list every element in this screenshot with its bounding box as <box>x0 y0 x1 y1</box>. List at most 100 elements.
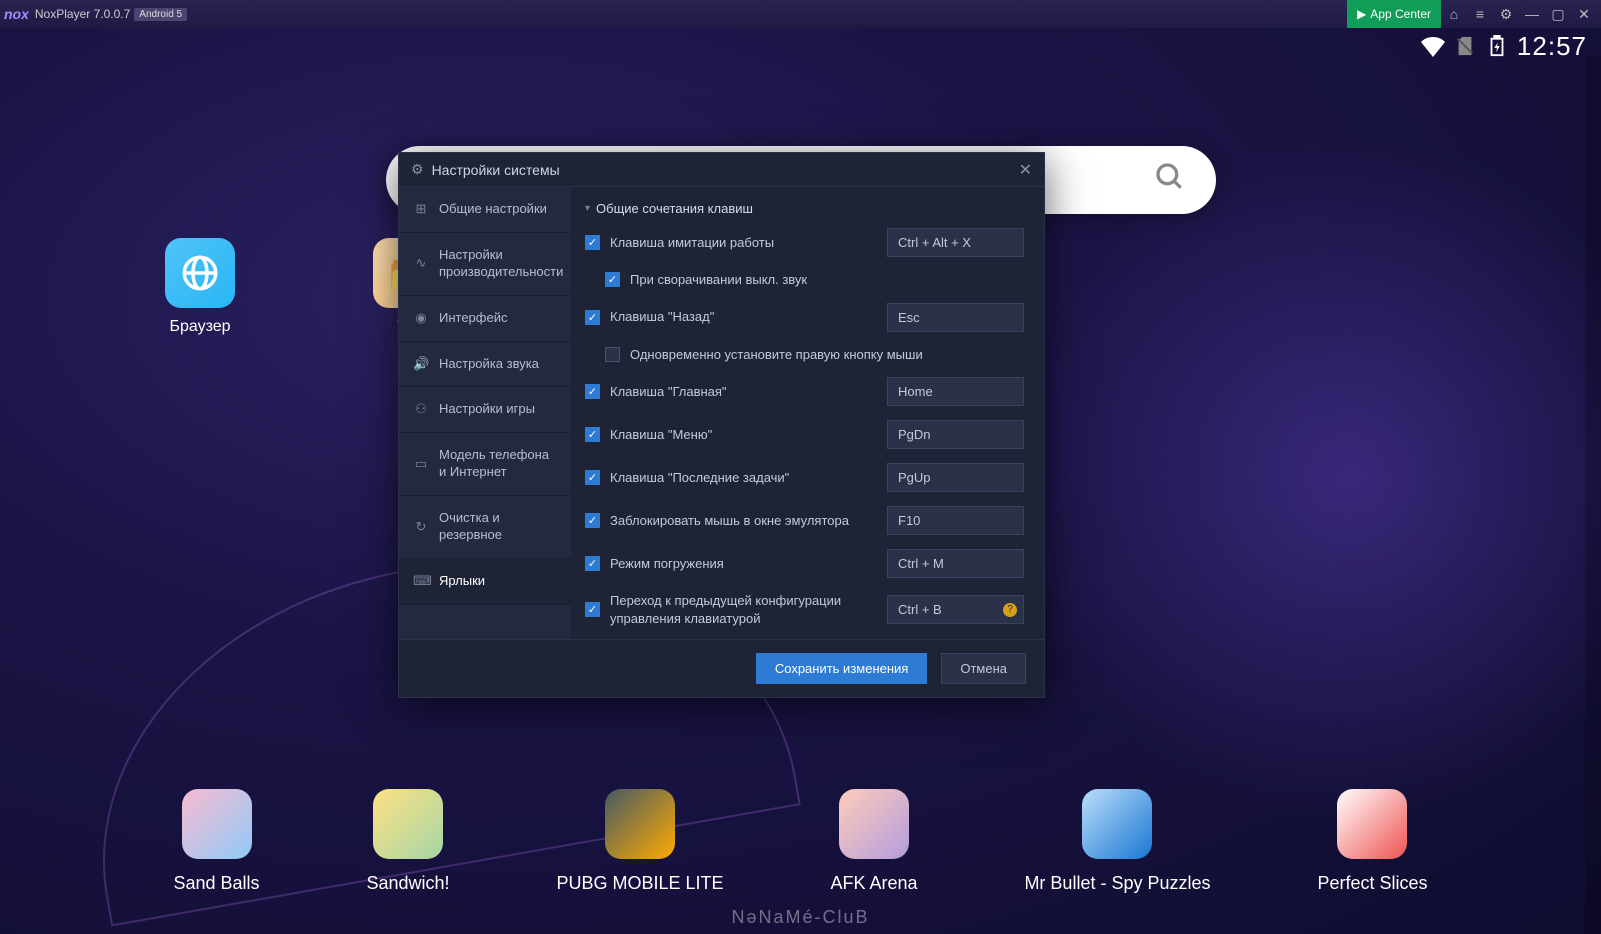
checkbox[interactable]: ✓ <box>605 272 620 287</box>
minimize-icon[interactable]: — <box>1519 0 1545 28</box>
app-label: AFK Arena <box>830 873 917 894</box>
sidebar-item-interface[interactable]: ◉ Интерфейс <box>399 296 571 342</box>
sim-icon <box>1453 34 1477 58</box>
sliders-icon: ⊞ <box>413 201 429 218</box>
watermark: NəNaMé-CluB <box>731 907 869 928</box>
sidebar-item-general[interactable]: ⊞Общие настройки <box>399 187 571 233</box>
section-title-label: Общие сочетания клавиш <box>596 201 753 216</box>
android-badge: Android 5 <box>134 8 187 21</box>
dialog-titlebar: ⚙ Настройки системы ✕ <box>399 153 1044 187</box>
key-input[interactable]: PgUp <box>887 463 1024 492</box>
row-boss-key: ✓ Клавиша имитации работы Ctrl + Alt + X <box>585 228 1024 257</box>
app-label: Perfect Slices <box>1317 873 1427 894</box>
sidebar-item-game[interactable]: ⚇Настройки игры <box>399 387 571 433</box>
key-input[interactable]: F10 <box>887 506 1024 535</box>
phone-icon: ▭ <box>413 456 429 473</box>
key-input[interactable]: Ctrl + Alt + X <box>887 228 1024 257</box>
search-icon[interactable] <box>1154 161 1186 200</box>
app-pubg[interactable]: PUBG MOBILE LITE <box>556 789 723 894</box>
key-value: Ctrl + B <box>898 602 942 617</box>
app-sand-balls[interactable]: Sand Balls <box>173 789 259 894</box>
app-icon <box>1337 789 1407 859</box>
row-label: Клавиша "Меню" <box>610 426 877 444</box>
app-slices[interactable]: Perfect Slices <box>1317 789 1427 894</box>
row-recent-key: ✓ Клавиша "Последние задачи" PgUp <box>585 463 1024 492</box>
row-label: Одновременно установите правую кнопку мы… <box>630 346 1024 364</box>
sidebar-item-shortcuts[interactable]: ⌨ Ярлыки <box>399 559 571 605</box>
key-input[interactable]: PgDn <box>887 420 1024 449</box>
app-label: Sandwich! <box>366 873 449 894</box>
home-icon[interactable]: ⌂ <box>1441 0 1467 28</box>
sidebar-item-phone[interactable]: ▭ Модель телефона и Интернет <box>399 433 571 496</box>
sidebar-item-sound[interactable]: 🔊Настройка звука <box>399 342 571 388</box>
row-label: Переход к предыдущей конфигурации управл… <box>610 592 877 627</box>
checkbox[interactable]: ✓ <box>585 235 600 250</box>
app-mrbullet[interactable]: Mr Bullet - Spy Puzzles <box>1024 789 1210 894</box>
app-row: Sand Balls Sandwich! PUBG MOBILE LITE AF… <box>0 789 1601 894</box>
sidebar-item-label: Очистка и резервное <box>439 510 559 544</box>
row-lock-mouse: ✓ Заблокировать мышь в окне эмулятора F1… <box>585 506 1024 535</box>
settings-content: ▾ Общие сочетания клавиш ✓ Клавиша имита… <box>571 187 1044 639</box>
maximize-icon[interactable]: ▢ <box>1545 0 1571 28</box>
sidebar-item-label: Модель телефона и Интернет <box>439 447 559 481</box>
checkbox[interactable]: ✓ <box>585 556 600 571</box>
cancel-button[interactable]: Отмена <box>941 653 1026 684</box>
wifi-icon <box>1421 34 1445 58</box>
sidebar-item-label: Настройка звука <box>439 356 539 373</box>
checkbox[interactable]: ✓ <box>585 602 600 617</box>
app-name: NoxPlayer 7.0.0.7 <box>35 7 130 21</box>
key-input[interactable]: Ctrl + M <box>887 549 1024 578</box>
nox-logo: nox <box>4 6 29 22</box>
clock: 12:57 <box>1517 31 1587 62</box>
row-label: Клавиша "Последние задачи" <box>610 469 877 487</box>
help-icon[interactable]: ? <box>1003 603 1017 617</box>
key-input[interactable]: Esc <box>887 303 1024 332</box>
android-statusbar: 12:57 <box>0 28 1601 64</box>
checkbox[interactable] <box>605 347 620 362</box>
key-input[interactable]: Home <box>887 377 1024 406</box>
checkbox[interactable]: ✓ <box>585 513 600 528</box>
sidebar-item-cleanup[interactable]: ↻ Очистка и резервное <box>399 496 571 559</box>
settings-sidebar: ⊞Общие настройки ∿Настройки производител… <box>399 187 571 639</box>
row-prev-kb: ✓ Переход к предыдущей конфигурации упра… <box>585 592 1024 627</box>
close-icon[interactable]: ✕ <box>1571 0 1597 28</box>
app-label: Sand Balls <box>173 873 259 894</box>
sidebar-item-label: Интерфейс <box>439 310 507 327</box>
app-label: PUBG MOBILE LITE <box>556 873 723 894</box>
section-title[interactable]: ▾ Общие сочетания клавиш <box>585 201 1024 216</box>
app-afk[interactable]: AFK Arena <box>830 789 917 894</box>
dialog-footer: Сохранить изменения Отмена <box>399 639 1044 697</box>
titlebar: nox NoxPlayer 7.0.0.7 Android 5 ▶ App Ce… <box>0 0 1601 28</box>
key-input[interactable]: Ctrl + B? <box>887 595 1024 624</box>
browser-icon <box>165 238 235 308</box>
checkbox[interactable]: ✓ <box>585 384 600 399</box>
checkbox[interactable]: ✓ <box>585 310 600 325</box>
row-menu-key: ✓ Клавиша "Меню" PgDn <box>585 420 1024 449</box>
app-center-button[interactable]: ▶ App Center <box>1347 0 1441 28</box>
row-label: Клавиша "Назад" <box>610 308 877 326</box>
checkbox[interactable]: ✓ <box>585 427 600 442</box>
row-label: Режим погружения <box>610 555 877 573</box>
app-sandwich[interactable]: Sandwich! <box>366 789 449 894</box>
sidebar-item-label: Ярлыки <box>439 573 485 590</box>
dialog-close-button[interactable]: ✕ <box>1019 160 1032 180</box>
checkbox[interactable]: ✓ <box>585 470 600 485</box>
row-label: При сворачивании выкл. звук <box>630 271 1024 289</box>
right-toolbar-strip <box>1585 56 1601 934</box>
sidebar-item-performance[interactable]: ∿Настройки производительности <box>399 233 571 296</box>
refresh-icon: ↻ <box>413 519 429 536</box>
row-home-key: ✓ Клавиша "Главная" Home <box>585 377 1024 406</box>
keyboard-icon: ⌨ <box>413 573 429 590</box>
save-button[interactable]: Сохранить изменения <box>756 653 928 684</box>
gear-icon[interactable]: ⚙ <box>1493 0 1519 28</box>
globe-icon: ◉ <box>413 310 429 327</box>
app-icon <box>182 789 252 859</box>
app-icon <box>373 789 443 859</box>
menu-icon[interactable]: ≡ <box>1467 0 1493 28</box>
chevron-down-icon: ▾ <box>585 203 590 214</box>
browser-app[interactable]: Браузер <box>140 238 260 336</box>
row-back-key: ✓ Клавиша "Назад" Esc <box>585 303 1024 332</box>
pulse-icon: ∿ <box>413 255 429 272</box>
row-label: Клавиша "Главная" <box>610 383 877 401</box>
row-immerse: ✓ Режим погружения Ctrl + M <box>585 549 1024 578</box>
